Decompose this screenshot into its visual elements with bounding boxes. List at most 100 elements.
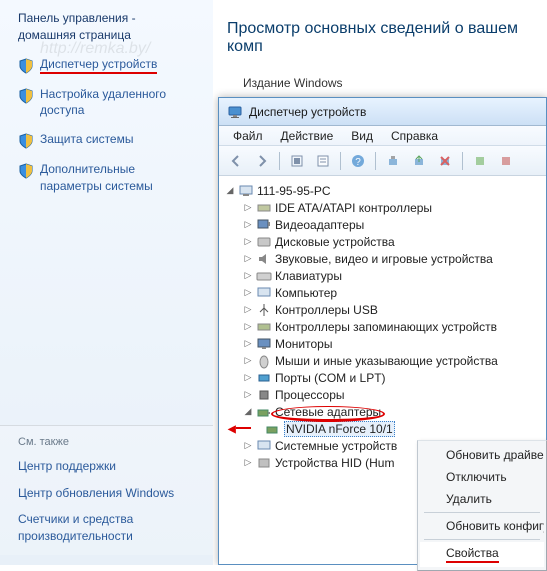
context-item-update-drivers[interactable]: Обновить драйверы: [420, 444, 544, 466]
tree-category-keyboard[interactable]: ▷Клавиатуры: [225, 267, 546, 284]
tree-category-network[interactable]: ◢Сетевые адаптеры: [225, 403, 546, 420]
computer-icon: [238, 183, 254, 199]
collapse-icon[interactable]: ◢: [225, 186, 235, 196]
tree-category-monitors[interactable]: ▷Мониторы: [225, 335, 546, 352]
separator: [340, 152, 341, 170]
device-manager-icon: [227, 104, 243, 120]
help-button[interactable]: ?: [347, 150, 369, 172]
expand-icon[interactable]: ▷: [243, 254, 253, 264]
tree-category-mice[interactable]: ▷Мыши и иные указывающие устройства: [225, 352, 546, 369]
display-adapter-icon: [256, 217, 272, 233]
shield-icon: [18, 58, 34, 74]
separator: [424, 512, 540, 513]
titlebar[interactable]: Диспетчер устройств: [219, 98, 546, 126]
ide-icon: [256, 200, 272, 216]
context-item-uninstall[interactable]: Удалить: [420, 488, 544, 510]
scan-hardware-button[interactable]: [382, 150, 404, 172]
shield-icon: [18, 163, 34, 179]
sidebar-link-windows-update[interactable]: Центр обновления Windows: [18, 485, 195, 502]
tree-category-sound[interactable]: ▷Звуковые, видео и игровые устройства: [225, 250, 546, 267]
update-driver-button[interactable]: [408, 150, 430, 172]
sidebar-link-support-center[interactable]: Центр поддержки: [18, 458, 195, 475]
sidebar-item-label: Дополнительные параметры системы: [40, 161, 195, 195]
expand-icon[interactable]: ▷: [243, 203, 253, 213]
collapse-icon[interactable]: ◢: [243, 407, 253, 417]
uninstall-button[interactable]: [434, 150, 456, 172]
sidebar-item-label: Настройка удаленного доступа: [40, 86, 195, 120]
sidebar-item-device-manager[interactable]: Диспетчер устройств: [18, 56, 195, 74]
tree-category-ports[interactable]: ▷Порты (COM и LPT): [225, 369, 546, 386]
disk-icon: [256, 234, 272, 250]
back-button[interactable]: [225, 150, 247, 172]
expand-icon[interactable]: ▷: [243, 288, 253, 298]
sidebar-item-home[interactable]: Панель управления - домашняя страница: [18, 10, 195, 44]
separator: [279, 152, 280, 170]
tree-category-processors[interactable]: ▷Процессоры: [225, 386, 546, 403]
mouse-icon: [256, 353, 272, 369]
context-item-scan-hardware[interactable]: Обновить конфигура: [420, 515, 544, 537]
tree-category-disk[interactable]: ▷Дисковые устройства: [225, 233, 546, 250]
network-card-icon: [265, 421, 281, 437]
menu-action[interactable]: Действие: [273, 127, 342, 145]
disable-button[interactable]: [495, 150, 517, 172]
tree-category-storage[interactable]: ▷Контроллеры запоминающих устройств: [225, 318, 546, 335]
menu-file[interactable]: Файл: [225, 127, 271, 145]
storage-controller-icon: [256, 319, 272, 335]
shield-icon: [18, 133, 34, 149]
sidebar-item-system-protection[interactable]: Защита системы: [18, 131, 195, 149]
keyboard-icon: [256, 268, 272, 284]
control-panel-sidebar: Панель управления - домашняя страница ht…: [0, 0, 213, 565]
context-item-disable[interactable]: Отключить: [420, 466, 544, 488]
sidebar-item-remote-access[interactable]: Настройка удаленного доступа: [18, 86, 195, 120]
sidebar-item-label: Защита системы: [40, 131, 133, 148]
expand-icon[interactable]: ▷: [243, 322, 253, 332]
enable-button[interactable]: [469, 150, 491, 172]
sound-icon: [256, 251, 272, 267]
menubar: Файл Действие Вид Справка: [219, 126, 546, 146]
expand-icon[interactable]: ▷: [243, 373, 253, 383]
expand-icon[interactable]: ▷: [243, 441, 253, 451]
context-menu: Обновить драйверы Отключить Удалить Обно…: [417, 440, 547, 571]
page-title: Просмотр основных сведений о вашем комп: [227, 20, 547, 56]
computer-icon: [256, 285, 272, 301]
menu-view[interactable]: Вид: [343, 127, 381, 145]
usb-icon: [256, 302, 272, 318]
tree-root[interactable]: ◢ 111-95-95-PC: [225, 182, 546, 199]
sidebar-item-label: Диспетчер устройств: [40, 56, 157, 73]
expand-icon[interactable]: ▷: [243, 339, 253, 349]
hid-icon: [256, 455, 272, 471]
expand-icon[interactable]: ▷: [243, 356, 253, 366]
system-device-icon: [256, 438, 272, 454]
expand-icon[interactable]: ▷: [243, 305, 253, 315]
network-adapter-icon: [256, 404, 272, 420]
expand-icon[interactable]: ▷: [243, 390, 253, 400]
expand-icon[interactable]: ▷: [243, 458, 253, 468]
sidebar-link-performance[interactable]: Счетчики и средства производительности: [18, 511, 195, 545]
sidebar-item-advanced-system[interactable]: Дополнительные параметры системы: [18, 161, 195, 195]
shield-icon: [18, 88, 34, 104]
tree-category-ide[interactable]: ▷IDE ATA/ATAPI контроллеры: [225, 199, 546, 216]
tree-label: 111-95-95-PC: [257, 184, 331, 198]
properties-button[interactable]: [312, 150, 334, 172]
separator: [375, 152, 376, 170]
window-title: Диспетчер устройств: [249, 105, 366, 119]
show-hidden-button[interactable]: [286, 150, 308, 172]
expand-icon[interactable]: ▷: [243, 237, 253, 247]
separator: [462, 152, 463, 170]
sidebar-item-label: Панель управления - домашняя страница: [18, 10, 195, 44]
port-icon: [256, 370, 272, 386]
tree-category-usb[interactable]: ▷Контроллеры USB: [225, 301, 546, 318]
expand-icon[interactable]: ▷: [243, 271, 253, 281]
tree-category-video[interactable]: ▷Видеоадаптеры: [225, 216, 546, 233]
expand-icon[interactable]: ▷: [243, 220, 253, 230]
monitor-icon: [256, 336, 272, 352]
menu-help[interactable]: Справка: [383, 127, 446, 145]
separator: [424, 539, 540, 540]
cpu-icon: [256, 387, 272, 403]
context-item-properties[interactable]: Свойства: [420, 542, 544, 567]
tree-device-nvidia-nforce[interactable]: NVIDIA nForce 10/1: [225, 420, 546, 437]
svg-text:?: ?: [355, 157, 361, 168]
forward-button[interactable]: [251, 150, 273, 172]
tree-category-computer[interactable]: ▷Компьютер: [225, 284, 546, 301]
toolbar: ?: [219, 146, 546, 176]
